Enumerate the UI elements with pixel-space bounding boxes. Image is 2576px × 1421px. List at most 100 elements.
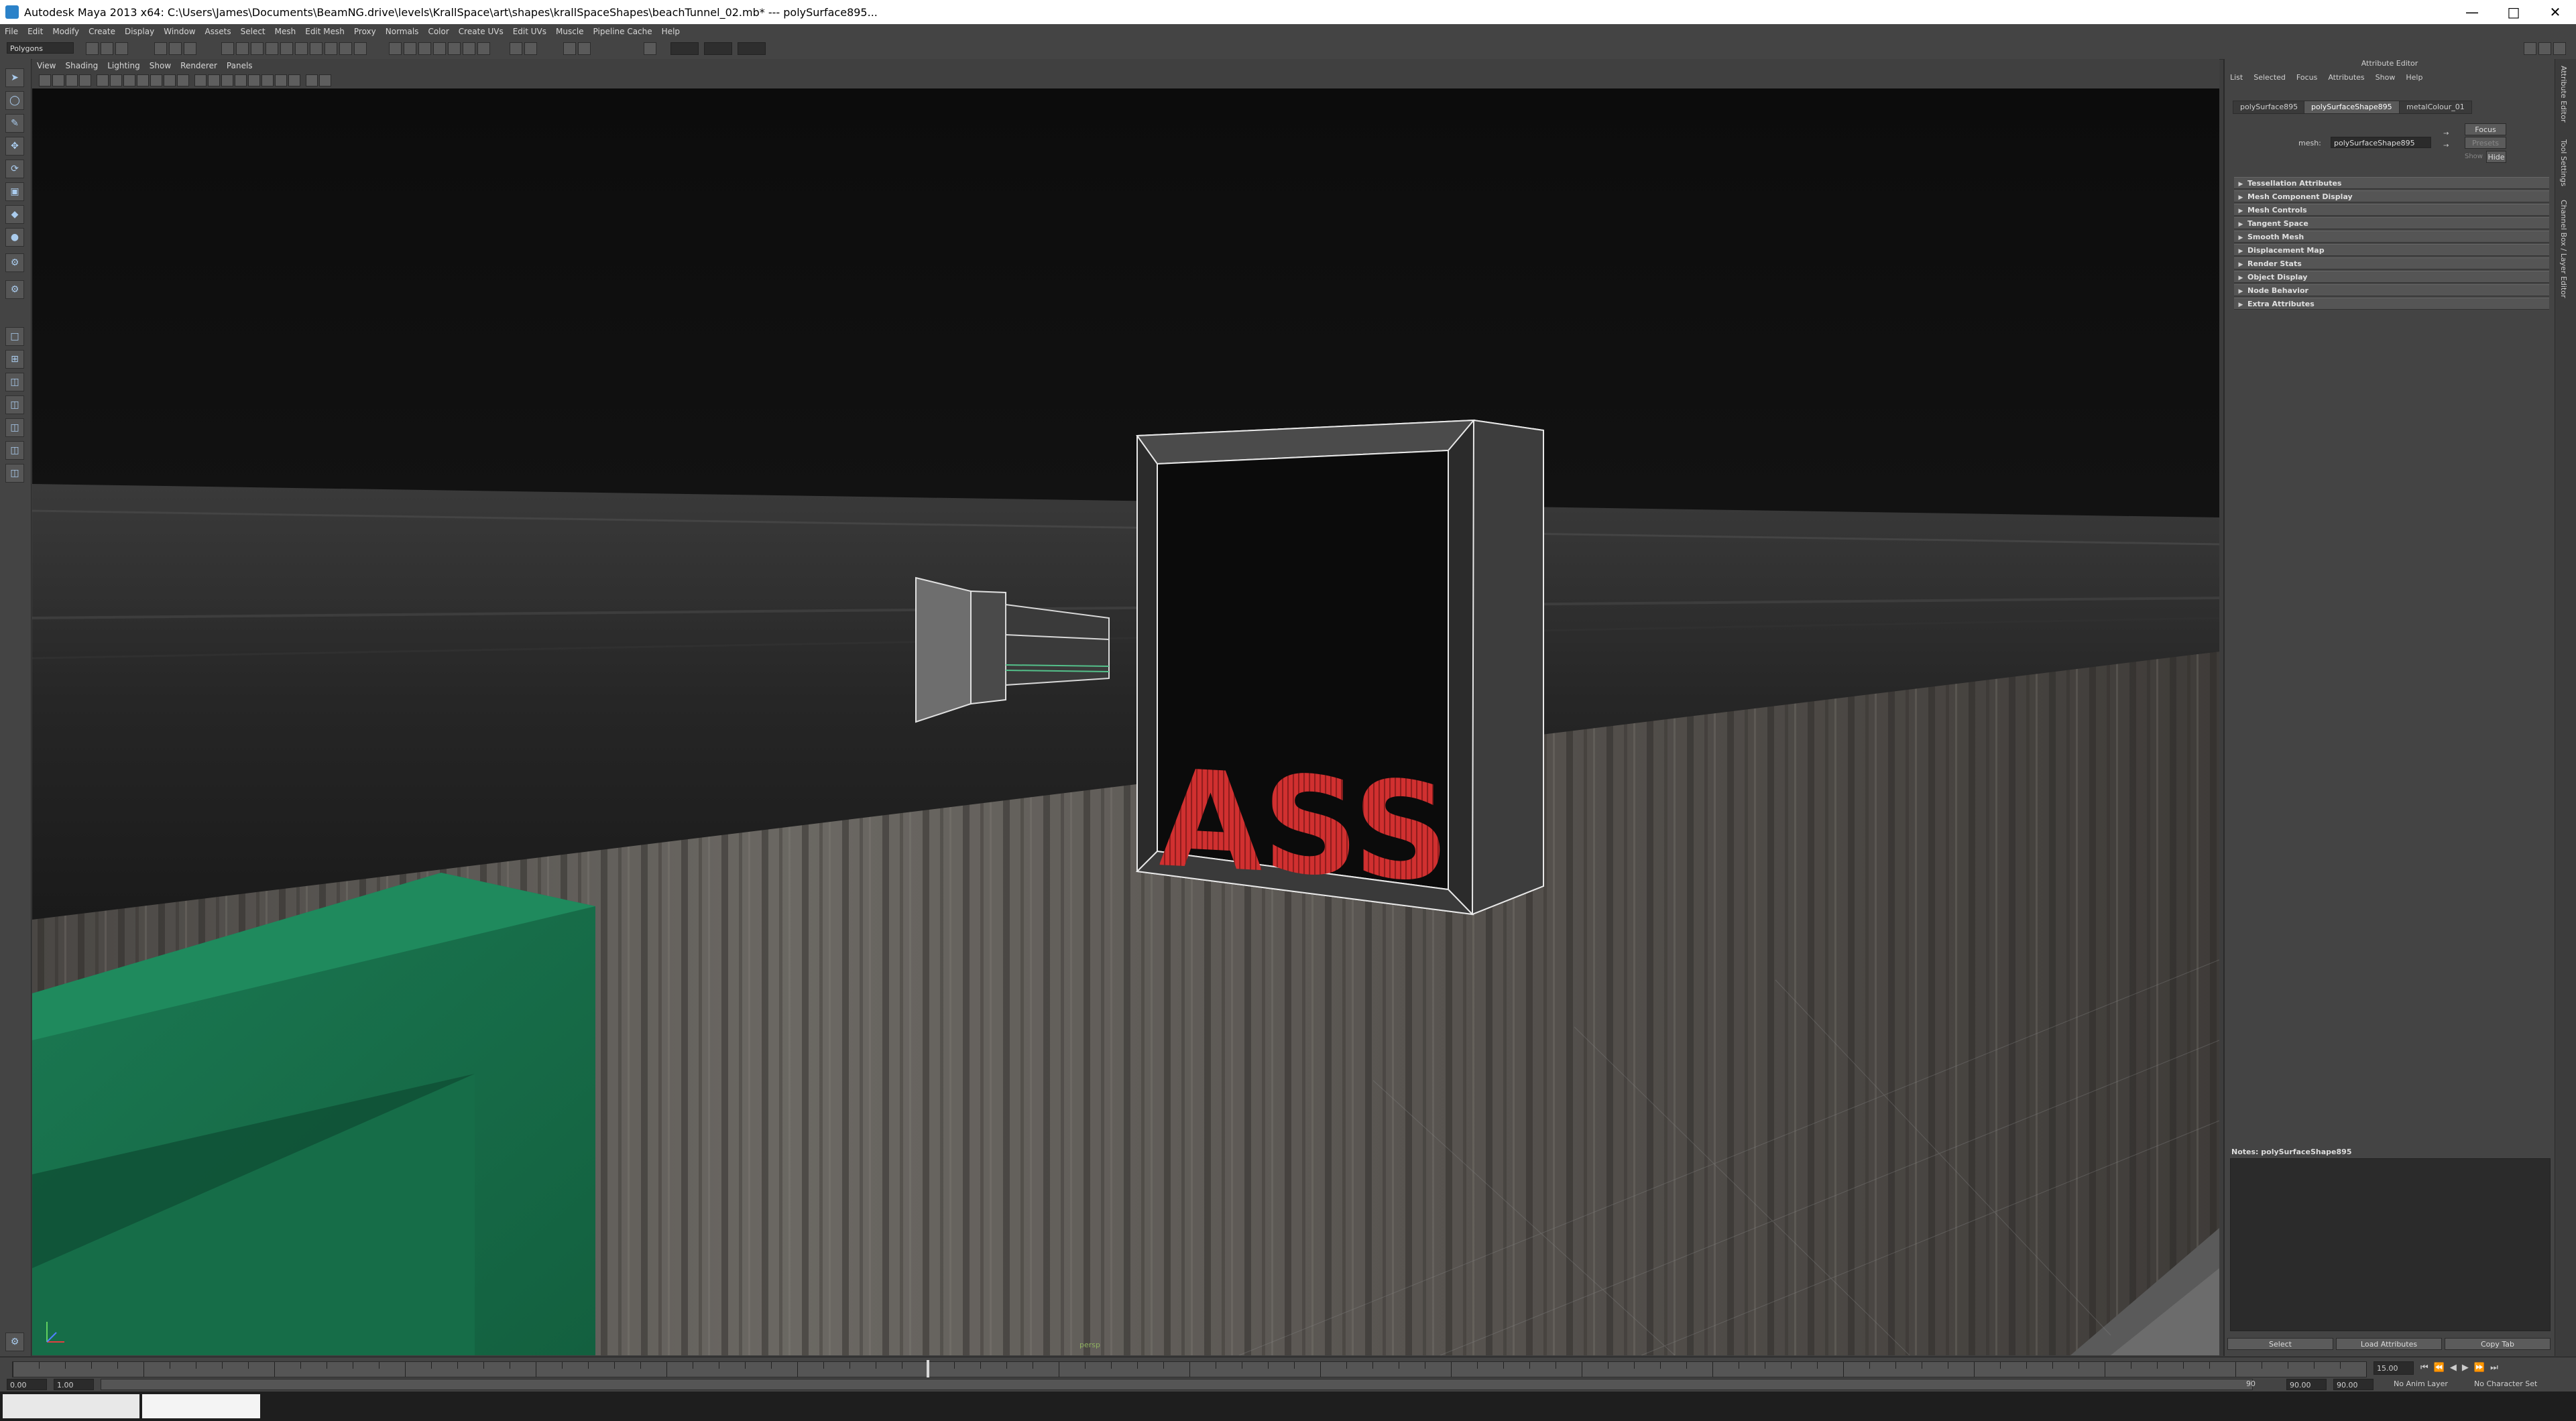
panel-menu-view[interactable]: View bbox=[32, 61, 60, 70]
show-tool-settings-icon[interactable] bbox=[2538, 42, 2551, 55]
snap-plane-icon[interactable] bbox=[433, 42, 446, 55]
show-attribute-editor-icon[interactable] bbox=[2524, 42, 2536, 55]
ae-menu-show[interactable]: Show bbox=[2370, 73, 2401, 82]
outliner-layout-icon[interactable]: ◫ bbox=[5, 464, 24, 483]
open-scene-icon[interactable] bbox=[101, 42, 113, 55]
playback-controls-icon[interactable]: ⏮⏪◀▶⏩⏭ bbox=[2420, 1363, 2504, 1373]
single-perspective-layout-icon[interactable]: □ bbox=[5, 327, 24, 346]
pick-mask-icon[interactable] bbox=[236, 42, 249, 55]
section-mesh-controls[interactable]: ▶ Mesh Controls bbox=[2234, 204, 2549, 216]
focus-button[interactable]: Focus bbox=[2465, 123, 2506, 135]
textured-icon[interactable] bbox=[235, 74, 247, 86]
menu-edit-uvs[interactable]: Edit UVs bbox=[508, 27, 551, 36]
input-line-icon[interactable] bbox=[563, 42, 576, 55]
wireframe-icon[interactable] bbox=[194, 74, 207, 86]
panel-menu-shading[interactable]: Shading bbox=[60, 61, 103, 70]
tab-polysurface-shape[interactable]: polySurfaceShape895 bbox=[2304, 101, 2400, 114]
menu-mesh[interactable]: Mesh bbox=[270, 27, 301, 36]
select-object-icon[interactable] bbox=[169, 42, 182, 55]
ipr-render-icon[interactable] bbox=[510, 42, 522, 55]
section-extra-attributes[interactable]: ▶ Extra Attributes bbox=[2234, 298, 2549, 310]
time-slider-track[interactable] bbox=[12, 1361, 2367, 1377]
move-tool-icon[interactable]: ✥ bbox=[5, 137, 24, 156]
menu-help[interactable]: Help bbox=[657, 27, 685, 36]
section-render-stats[interactable]: ▶ Render Stats bbox=[2234, 257, 2549, 269]
hypershade-layout-icon[interactable]: ◫ bbox=[5, 418, 24, 437]
pick-mask-icon[interactable] bbox=[310, 42, 323, 55]
menu-create-uvs[interactable]: Create UVs bbox=[454, 27, 508, 36]
shadows-icon[interactable] bbox=[261, 74, 274, 86]
menu-assets[interactable]: Assets bbox=[200, 27, 236, 36]
section-object-display[interactable]: ▶ Object Display bbox=[2234, 271, 2549, 283]
pick-mask-icon[interactable] bbox=[339, 42, 352, 55]
field-chart-icon[interactable] bbox=[150, 74, 162, 86]
menu-create[interactable]: Create bbox=[84, 27, 120, 36]
menu-window[interactable]: Window bbox=[159, 27, 200, 36]
menu-normals[interactable]: Normals bbox=[381, 27, 424, 36]
tab-material[interactable]: metalColour_01 bbox=[2399, 101, 2472, 114]
select-tool-icon[interactable]: ➤ bbox=[5, 68, 24, 87]
pick-mask-icon[interactable] bbox=[295, 42, 308, 55]
menu-display[interactable]: Display bbox=[120, 27, 159, 36]
smooth-shade-icon[interactable] bbox=[208, 74, 220, 86]
render-icon[interactable] bbox=[477, 42, 490, 55]
go-to-input-icon[interactable]: → bbox=[2443, 130, 2451, 138]
xray-icon[interactable] bbox=[319, 74, 331, 86]
mel-script-icon[interactable]: ⚙ bbox=[5, 1333, 24, 1351]
pick-mask-icon[interactable] bbox=[221, 42, 234, 55]
load-attributes-button[interactable]: Load Attributes bbox=[2336, 1338, 2442, 1350]
wireframe-on-shaded-icon[interactable] bbox=[221, 74, 233, 86]
taskbar-maya-window[interactable] bbox=[3, 1394, 139, 1418]
playback-end-field[interactable]: 90.00 bbox=[2286, 1379, 2327, 1390]
copy-tab-button[interactable]: Copy Tab bbox=[2445, 1338, 2551, 1350]
pick-mask-icon[interactable] bbox=[251, 42, 264, 55]
grid-icon[interactable] bbox=[97, 74, 109, 86]
snap-grid-icon[interactable] bbox=[389, 42, 402, 55]
graph-editor-layout-icon[interactable]: ◫ bbox=[5, 441, 24, 460]
save-scene-icon[interactable] bbox=[115, 42, 128, 55]
maximize-icon[interactable]: □ bbox=[2493, 0, 2534, 24]
bookmark-icon[interactable] bbox=[66, 74, 78, 86]
select-component-icon[interactable] bbox=[184, 42, 196, 55]
start-time-field[interactable]: 0.00 bbox=[7, 1379, 47, 1390]
snap-live-icon[interactable] bbox=[448, 42, 461, 55]
rotate-tool-icon[interactable]: ⟳ bbox=[5, 160, 24, 178]
select-camera-icon[interactable] bbox=[39, 74, 51, 86]
section-node-behavior[interactable]: ▶ Node Behavior bbox=[2234, 284, 2549, 296]
ae-menu-selected[interactable]: Selected bbox=[2248, 73, 2291, 82]
section-tangent-space[interactable]: ▶ Tangent Space bbox=[2234, 217, 2549, 229]
input-line-icon[interactable] bbox=[578, 42, 591, 55]
soft-mod-icon[interactable]: ● bbox=[5, 228, 24, 247]
snap-curve-icon[interactable] bbox=[404, 42, 416, 55]
current-time-indicator[interactable] bbox=[927, 1360, 929, 1377]
pick-mask-icon[interactable] bbox=[325, 42, 337, 55]
presets-button[interactable]: Presets bbox=[2465, 137, 2506, 149]
taskbar-maya-window[interactable] bbox=[142, 1394, 260, 1418]
four-view-layout-icon[interactable]: ⊞ bbox=[5, 350, 24, 369]
menu-pipeline-cache[interactable]: Pipeline Cache bbox=[589, 27, 657, 36]
show-channel-box-icon[interactable] bbox=[2553, 42, 2566, 55]
snap-point-icon[interactable] bbox=[418, 42, 431, 55]
menu-file[interactable]: File bbox=[0, 27, 23, 36]
pick-mask-icon[interactable] bbox=[280, 42, 293, 55]
resolution-gate-icon[interactable] bbox=[123, 74, 135, 86]
section-tessellation-attributes[interactable]: ▶ Tessellation Attributes bbox=[2234, 177, 2549, 189]
camera-attributes-icon[interactable] bbox=[52, 74, 64, 86]
menu-proxy[interactable]: Proxy bbox=[349, 27, 381, 36]
ae-menu-focus[interactable]: Focus bbox=[2291, 73, 2323, 82]
ae-menu-list[interactable]: List bbox=[2225, 73, 2248, 82]
current-time-field[interactable]: 15.00 bbox=[2374, 1361, 2414, 1375]
menu-select[interactable]: Select bbox=[236, 27, 270, 36]
section-smooth-mesh[interactable]: ▶ Smooth Mesh bbox=[2234, 231, 2549, 243]
image-plane-icon[interactable] bbox=[79, 74, 91, 86]
menu-set-dropdown[interactable]: Polygons bbox=[7, 42, 74, 54]
ambient-occlusion-icon[interactable] bbox=[275, 74, 287, 86]
side-tab-attribute-editor[interactable]: Attribute Editor bbox=[2559, 66, 2568, 123]
safe-title-icon[interactable] bbox=[177, 74, 189, 86]
numeric-input-field[interactable] bbox=[704, 42, 732, 55]
section-displacement-map[interactable]: ▶ Displacement Map bbox=[2234, 244, 2549, 256]
side-tab-channel-box[interactable]: Channel Box / Layer Editor bbox=[2559, 200, 2568, 298]
scale-tool-icon[interactable]: ▣ bbox=[5, 182, 24, 201]
film-gate-icon[interactable] bbox=[110, 74, 122, 86]
node-name-field[interactable]: polySurfaceShape895 bbox=[2331, 137, 2431, 148]
